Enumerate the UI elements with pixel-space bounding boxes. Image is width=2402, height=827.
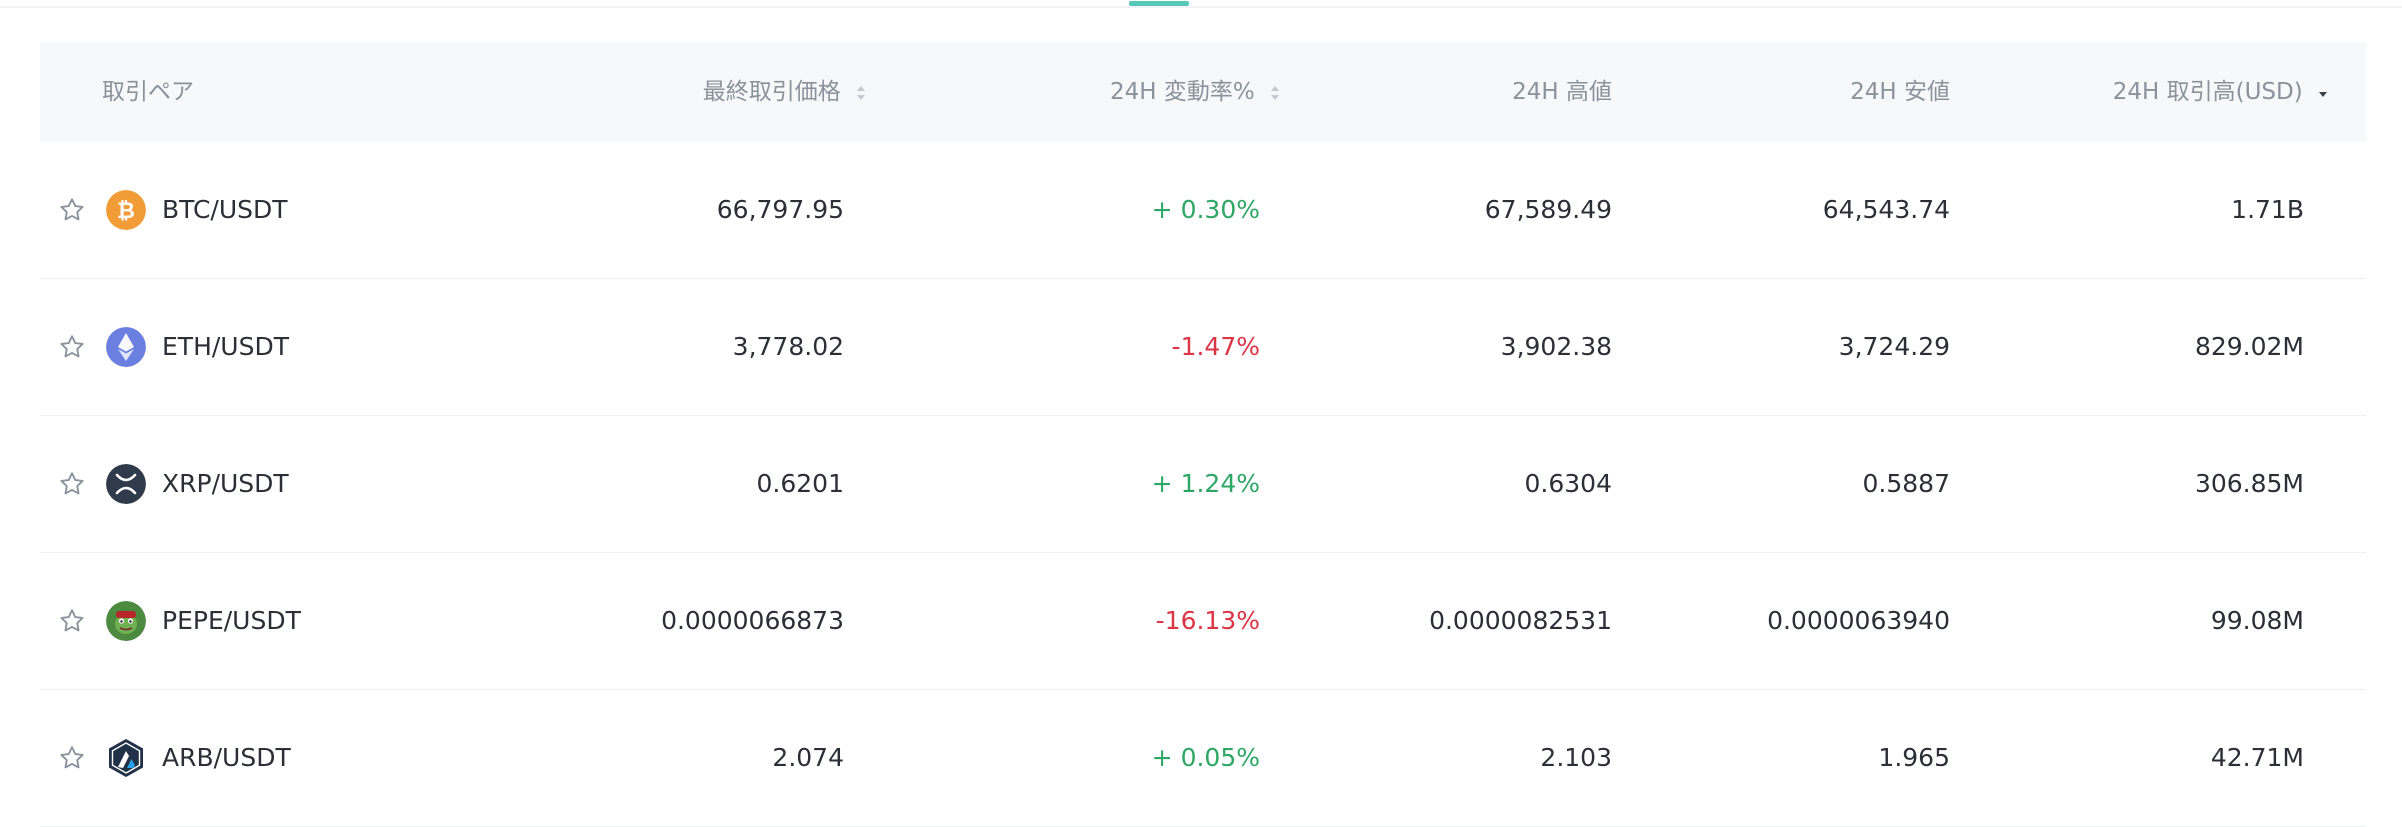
header-change-label: 24H 変動率% <box>1109 79 1255 105</box>
volume: 99.08M <box>2210 606 2304 635</box>
pair-name[interactable]: ETH/USDT <box>162 279 289 415</box>
header-last-price[interactable]: 最終取引価格 <box>703 42 866 142</box>
sort-updown-icon[interactable] <box>856 84 866 102</box>
header-last-price-label: 最終取引価格 <box>702 79 841 105</box>
volume: 829.02M <box>2194 332 2304 361</box>
high-price: 0.0000082531 <box>1429 606 1612 635</box>
low-price: 64,543.74 <box>1822 195 1950 224</box>
pair-name[interactable]: PEPE/USDT <box>162 553 301 689</box>
table-row[interactable]: PEPE/USDT 0.0000066873 -16.13% 0.0000082… <box>40 553 2366 690</box>
high-price: 2.103 <box>1540 743 1612 772</box>
btc-icon: ₿ <box>106 190 146 230</box>
table-row[interactable]: XRP/USDT 0.6201 + 1.24% 0.6304 0.5887 30… <box>40 416 2366 553</box>
table-row[interactable]: ₿ BTC/USDT 66,797.95 + 0.30% 67,589.49 6… <box>40 142 2366 279</box>
xrp-icon <box>106 464 146 504</box>
header-high: 24H 高値 <box>1512 79 1612 105</box>
star-outline-icon[interactable] <box>58 744 86 772</box>
high-price: 0.6304 <box>1524 469 1612 498</box>
star-outline-icon[interactable] <box>58 196 86 224</box>
table-row[interactable]: ETH/USDT 3,778.02 -1.47% 3,902.38 3,724.… <box>40 279 2366 416</box>
low-price: 0.5887 <box>1862 469 1950 498</box>
pair-name[interactable]: XRP/USDT <box>162 416 289 552</box>
sort-down-icon[interactable] <box>2318 84 2328 102</box>
last-price: 66,797.95 <box>716 195 844 224</box>
pepe-icon <box>106 601 146 641</box>
change-percent: -1.47% <box>1171 332 1260 361</box>
arb-icon <box>109 739 143 777</box>
last-price: 0.6201 <box>756 469 844 498</box>
sort-updown-icon[interactable] <box>1270 84 1280 102</box>
eth-icon <box>106 327 146 367</box>
star-outline-icon[interactable] <box>58 607 86 635</box>
change-percent: + 0.05% <box>1151 743 1260 772</box>
svg-text:₿: ₿ <box>117 199 135 224</box>
volume: 306.85M <box>2194 469 2304 498</box>
low-price: 3,724.29 <box>1838 332 1950 361</box>
header-volume[interactable]: 24H 取引高(USD) <box>2113 42 2328 142</box>
header-change[interactable]: 24H 変動率% <box>1110 42 1280 142</box>
low-price: 0.0000063940 <box>1767 606 1950 635</box>
low-price: 1.965 <box>1878 743 1950 772</box>
star-outline-icon[interactable] <box>58 470 86 498</box>
change-percent: -16.13% <box>1155 606 1260 635</box>
high-price: 3,902.38 <box>1500 332 1612 361</box>
last-price: 0.0000066873 <box>661 606 844 635</box>
active-tab-indicator <box>1129 1 1189 6</box>
pair-name[interactable]: BTC/USDT <box>162 142 288 278</box>
table-row[interactable]: ARB/USDT 2.074 + 0.05% 2.103 1.965 42.71… <box>40 690 2366 827</box>
last-price: 3,778.02 <box>732 332 844 361</box>
pair-name[interactable]: ARB/USDT <box>162 690 291 826</box>
top-divider <box>0 6 2402 8</box>
table-header: 取引ペア 最終取引価格 24H 変動率% 24H 高値 24H 安値 24H 取… <box>40 42 2366 142</box>
star-outline-icon[interactable] <box>58 333 86 361</box>
volume: 42.71M <box>2210 743 2304 772</box>
header-volume-label: 24H 取引高(USD) <box>2112 79 2303 105</box>
header-low: 24H 安値 <box>1850 79 1950 105</box>
header-pair: 取引ペア <box>102 79 194 105</box>
volume: 1.71B <box>2231 195 2304 224</box>
high-price: 67,589.49 <box>1484 195 1612 224</box>
change-percent: + 1.24% <box>1151 469 1260 498</box>
market-table: 取引ペア 最終取引価格 24H 変動率% 24H 高値 24H 安値 24H 取… <box>40 42 2366 827</box>
last-price: 2.074 <box>772 743 844 772</box>
change-percent: + 0.30% <box>1151 195 1260 224</box>
